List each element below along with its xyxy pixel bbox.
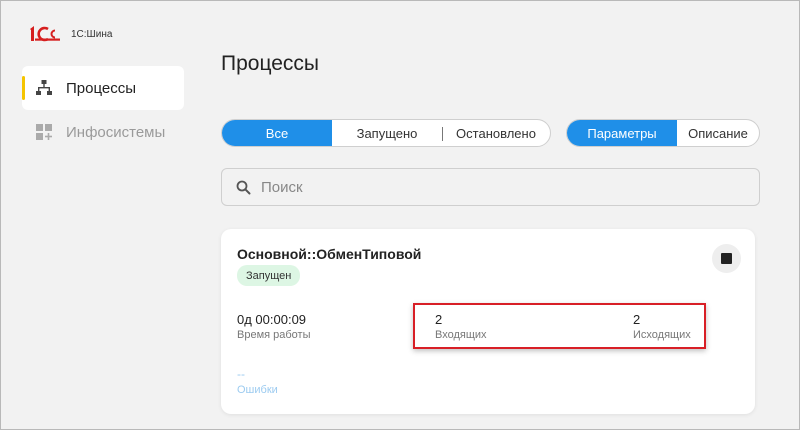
process-name: Основной::ОбменТиповой <box>237 246 422 262</box>
tab-parameters[interactable]: Параметры <box>567 120 677 146</box>
highlight-box <box>413 303 706 349</box>
sidebar-item-label: Процессы <box>66 79 137 97</box>
errors-value[interactable]: -- <box>237 367 245 381</box>
filter-stopped-button[interactable]: Остановлено <box>442 120 550 146</box>
tab-description[interactable]: Описание <box>677 120 759 146</box>
sidebar-item-label: Инфосистемы <box>66 123 166 141</box>
view-switch: Параметры Описание <box>566 119 760 147</box>
stop-button[interactable] <box>712 244 741 273</box>
one-c-logo-icon <box>30 26 60 42</box>
errors-label[interactable]: Ошибки <box>237 384 278 396</box>
sidebar-item-infosystems[interactable]: Инфосистемы <box>22 110 184 154</box>
filter-all-button[interactable]: Все <box>222 120 332 146</box>
search-box <box>221 168 760 206</box>
stop-icon <box>721 253 732 264</box>
app-logo: 1С:Шина <box>27 26 112 42</box>
search-icon <box>236 180 251 195</box>
search-input[interactable] <box>261 177 741 197</box>
sidebar-item-processes[interactable]: Процессы <box>22 66 184 110</box>
apps-add-icon <box>36 124 52 140</box>
page-title: Процессы <box>221 52 320 75</box>
app-name: 1С:Шина <box>71 28 113 40</box>
status-filter: Все Запущено Остановлено <box>221 119 551 147</box>
uptime-label: Время работы <box>237 329 311 341</box>
filter-running-button[interactable]: Запущено <box>332 120 442 146</box>
status-badge: Запущен <box>237 265 301 286</box>
hierarchy-icon <box>36 80 52 95</box>
uptime-value: 0д 00:00:09 <box>237 312 307 327</box>
